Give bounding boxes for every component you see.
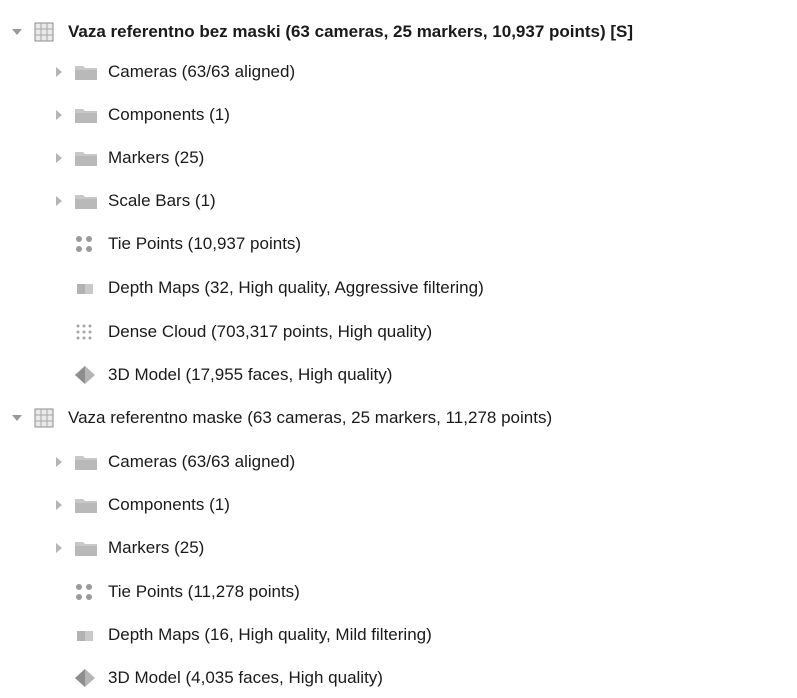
tree-item-label: Depth Maps (16, High quality, Mild filte… <box>108 625 432 644</box>
expand-arrow-icon[interactable] <box>56 457 62 467</box>
tree-item-depth-maps[interactable]: Depth Maps (16, High quality, Mild filte… <box>56 619 432 651</box>
expand-arrow-icon[interactable] <box>56 196 62 206</box>
tree-item-label: Depth Maps (32, High quality, Aggressive… <box>108 278 484 297</box>
tree-item-markers[interactable]: Markers (25) <box>56 142 204 174</box>
collapse-arrow-icon[interactable] <box>12 29 22 35</box>
tree-item-label: 3D Model (4,035 faces, High quality) <box>108 668 383 687</box>
tree-item-label: Cameras (63/63 aligned) <box>108 62 296 81</box>
tie-points-icon <box>74 234 96 254</box>
folder-icon <box>74 62 97 82</box>
tree-item-3d-model[interactable]: 3D Model (17,955 faces, High quality) <box>56 359 392 391</box>
tree-item-label: Scale Bars (1) <box>108 191 216 210</box>
chunk-label: Vaza referentno bez maski (63 cameras, 2… <box>68 22 634 41</box>
folder-icon <box>74 495 97 515</box>
collapse-arrow-icon[interactable] <box>12 415 22 421</box>
folder-icon <box>74 452 97 472</box>
tree-item-label: Dense Cloud (703,317 points, High qualit… <box>108 322 433 341</box>
folder-icon <box>74 191 97 211</box>
chunk-grid-icon <box>34 408 56 428</box>
chunk-row[interactable]: Vaza referentno maske (63 cameras, 25 ma… <box>12 402 552 434</box>
tree-item-label: Tie Points (11,278 points) <box>108 582 300 601</box>
tree-item-scale-bars[interactable]: Scale Bars (1) <box>56 185 216 217</box>
depth-maps-icon <box>74 625 96 645</box>
expand-arrow-icon[interactable] <box>56 543 62 553</box>
tree-item-cameras[interactable]: Cameras (63/63 aligned) <box>56 56 295 88</box>
chunk-grid-icon <box>34 22 56 42</box>
expand-arrow-icon[interactable] <box>56 67 62 77</box>
tree-item-depth-maps[interactable]: Depth Maps (32, High quality, Aggressive… <box>56 272 484 304</box>
tree-item-label: Markers (25) <box>108 538 205 557</box>
tree-item-cameras[interactable]: Cameras (63/63 aligned) <box>56 446 295 478</box>
tree-item-label: Components (1) <box>108 495 230 514</box>
depth-maps-icon <box>74 278 96 298</box>
tree-item-components[interactable]: Components (1) <box>56 99 230 131</box>
tree-item-markers[interactable]: Markers (25) <box>56 532 204 564</box>
tree-item-label: Tie Points (10,937 points) <box>108 234 302 253</box>
tree-item-dense-cloud[interactable]: Dense Cloud (703,317 points, High qualit… <box>56 316 432 348</box>
tree-item-label: Markers (25) <box>108 148 205 167</box>
tree-item-label: Cameras (63/63 aligned) <box>108 452 296 471</box>
tree-item-tie-points[interactable]: Tie Points (10,937 points) <box>56 228 301 260</box>
workspace-tree: Vaza referentno bez maski (63 cameras, 2… <box>0 0 797 698</box>
expand-arrow-icon[interactable] <box>56 500 62 510</box>
chunk-row[interactable]: Vaza referentno bez maski (63 cameras, 2… <box>12 16 633 48</box>
expand-arrow-icon[interactable] <box>56 153 62 163</box>
folder-icon <box>74 538 97 558</box>
model-icon <box>74 365 96 385</box>
folder-icon <box>74 148 97 168</box>
folder-icon <box>74 105 97 125</box>
dense-cloud-icon <box>74 322 96 342</box>
chunk-label: Vaza referentno maske (63 cameras, 25 ma… <box>68 408 553 427</box>
model-icon <box>74 668 96 688</box>
tree-item-components[interactable]: Components (1) <box>56 489 230 521</box>
tree-item-3d-model[interactable]: 3D Model (4,035 faces, High quality) <box>56 662 383 694</box>
tie-points-icon <box>74 582 96 602</box>
tree-item-label: 3D Model (17,955 faces, High quality) <box>108 365 393 384</box>
expand-arrow-icon[interactable] <box>56 110 62 120</box>
tree-item-label: Components (1) <box>108 105 230 124</box>
tree-item-tie-points[interactable]: Tie Points (11,278 points) <box>56 576 300 608</box>
